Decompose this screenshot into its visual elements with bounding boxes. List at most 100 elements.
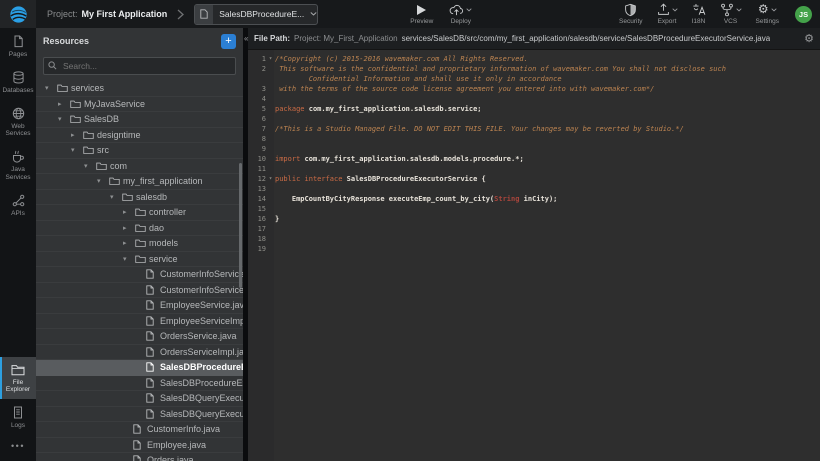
chevron-right-icon[interactable]: ▸ <box>71 131 83 139</box>
i18n-button[interactable]: I18N <box>692 3 706 25</box>
export-button[interactable]: Export <box>657 3 678 25</box>
wavemaker-logo-icon[interactable] <box>0 0 36 28</box>
deploy-button[interactable]: Deploy <box>449 3 472 25</box>
tree-item[interactable]: ▾services <box>36 81 243 97</box>
code-line[interactable]: 8 <box>248 134 820 144</box>
code-line[interactable]: 19 <box>248 244 820 254</box>
chevron-right-icon[interactable]: ▸ <box>123 239 135 247</box>
sidebar-item-pages[interactable]: Pages <box>0 28 36 64</box>
chevron-down-icon[interactable]: ▾ <box>84 162 96 170</box>
line-number: 19 <box>248 244 266 254</box>
open-file-dropdown[interactable]: SalesDBProcedureE... <box>194 4 318 25</box>
fold-spacer <box>266 214 275 224</box>
sidebar-item-java-services[interactable]: Java Services <box>0 143 36 187</box>
sidebar-item-databases[interactable]: Databases <box>0 64 36 100</box>
tree-item[interactable]: OrdersServiceImpl.java <box>36 345 243 361</box>
tree-item[interactable]: SalesDBQueryExecutorService.java <box>36 391 243 407</box>
tree-item[interactable]: ▾my_first_application <box>36 174 243 190</box>
tree-item[interactable]: ▸models <box>36 236 243 252</box>
sidebar-item-web-services[interactable]: Web Services <box>0 100 36 144</box>
user-avatar[interactable]: JS <box>795 6 812 23</box>
code-line[interactable]: 2 This software is the confidential and … <box>248 64 820 74</box>
code-text[interactable]: Confidential Information and shall use i… <box>275 74 562 84</box>
code-line[interactable]: 14 EmpCountByCityResponse executeEmp_cou… <box>248 194 820 204</box>
tree-item[interactable]: ▸controller <box>36 205 243 221</box>
sidebar-item-file-explorer[interactable]: File Explorer <box>0 357 36 400</box>
sidebar-item-logs[interactable]: Logs <box>0 399 36 435</box>
tree-item[interactable]: SalesDBProcedureExecutorServiceImpl.java <box>36 376 243 392</box>
chevron-right-icon[interactable]: ▸ <box>123 208 135 216</box>
code-text[interactable]: import com.my_first_application.salesdb.… <box>275 154 524 164</box>
code-line[interactable]: 13 <box>248 184 820 194</box>
code-line[interactable]: 5package com.my_first_application.salesd… <box>248 104 820 114</box>
code-line[interactable]: 4 <box>248 94 820 104</box>
code-line[interactable]: 6 <box>248 114 820 124</box>
code-text[interactable]: } <box>275 214 279 224</box>
tree-item[interactable]: SalesDBQueryExecutorServiceImpl.java <box>36 407 243 423</box>
fold-toggle-icon[interactable]: ▾ <box>266 54 275 64</box>
tree-item[interactable]: ▾src <box>36 143 243 159</box>
code-text[interactable]: public interface SalesDBProcedureExecuto… <box>275 174 486 184</box>
security-button[interactable]: Security <box>619 3 642 25</box>
tree-item[interactable]: ▾SalesDB <box>36 112 243 128</box>
tree-item[interactable]: EmployeeServiceImpl.java <box>36 314 243 330</box>
tree-item-label: SalesDBProcedureExecutorService.java <box>160 362 243 372</box>
code-line[interactable]: 12▾public interface SalesDBProcedureExec… <box>248 174 820 184</box>
preview-button[interactable]: Preview <box>410 3 433 25</box>
code-line[interactable]: 18 <box>248 234 820 244</box>
tree-item[interactable]: ▾salesdb <box>36 190 243 206</box>
code-text[interactable]: /*Copyright (c) 2015-2016 wavemaker.com … <box>275 54 528 64</box>
sidebar-item-apis[interactable]: APIs <box>0 187 36 223</box>
tree-item[interactable]: CustomerInfoService.java <box>36 267 243 283</box>
panel-splitter[interactable] <box>243 28 248 461</box>
tree-item[interactable]: ▾com <box>36 159 243 175</box>
tree-item[interactable]: EmployeeService.java <box>36 298 243 314</box>
tree-item[interactable]: ▸designtime <box>36 128 243 144</box>
tree-item[interactable]: ▾ service <box>36 252 243 268</box>
tree-item[interactable]: ▸MyJavaService <box>36 97 243 113</box>
collapse-panel-button[interactable]: « <box>244 33 248 45</box>
code-line[interactable]: 9 <box>248 144 820 154</box>
chevron-down-icon[interactable]: ▾ <box>110 193 122 201</box>
tree-item[interactable]: CustomerInfoServiceImpl.java <box>36 283 243 299</box>
code-line[interactable]: Confidential Information and shall use i… <box>248 74 820 84</box>
chevron-down-icon[interactable]: ▾ <box>71 146 83 154</box>
tree-item[interactable]: SalesDBProcedureExecutorService.java <box>36 360 243 376</box>
code-line[interactable]: 3 with the terms of the source code lice… <box>248 84 820 94</box>
code-editor[interactable]: 1▾/*Copyright (c) 2015-2016 wavemaker.co… <box>248 50 820 461</box>
code-text[interactable]: with the terms of the source code licens… <box>275 84 654 94</box>
code-line[interactable]: 1▾/*Copyright (c) 2015-2016 wavemaker.co… <box>248 54 820 64</box>
code-text[interactable]: /*This is a Studio Managed File. DO NOT … <box>275 124 684 134</box>
fold-toggle-icon[interactable]: ▾ <box>266 174 275 184</box>
add-resource-button[interactable]: + <box>221 34 236 49</box>
code-area[interactable]: 1▾/*Copyright (c) 2015-2016 wavemaker.co… <box>248 54 820 254</box>
tree-item[interactable]: OrdersService.java <box>36 329 243 345</box>
fold-spacer <box>266 104 275 114</box>
code-line[interactable]: 10import com.my_first_application.salesd… <box>248 154 820 164</box>
code-line[interactable]: 15 <box>248 204 820 214</box>
chevron-down-icon[interactable]: ▾ <box>45 84 57 92</box>
chevron-down-icon[interactable]: ▾ <box>58 115 70 123</box>
tree-scrollbar[interactable] <box>239 163 242 288</box>
chevron-down-icon[interactable]: ▾ <box>123 255 135 263</box>
code-text[interactable]: This software is the confidential and pr… <box>275 64 726 74</box>
code-text[interactable]: package com.my_first_application.salesdb… <box>275 104 482 114</box>
code-text[interactable]: EmpCountByCityResponse executeEmp_count_… <box>275 194 557 204</box>
chevron-right-icon[interactable]: ▸ <box>58 100 70 108</box>
tree-item[interactable]: Employee.java <box>36 438 243 454</box>
tree-item[interactable]: Orders.java <box>36 453 243 461</box>
vcs-button[interactable]: VCS <box>720 3 742 25</box>
tree-item-label: service <box>149 254 178 264</box>
editor-settings-gear-icon[interactable]: ⚙ <box>804 32 814 45</box>
settings-button[interactable]: ⚙ Settings <box>756 3 780 25</box>
tree-item[interactable]: CustomerInfo.java <box>36 422 243 438</box>
code-line[interactable]: 11 <box>248 164 820 174</box>
chevron-down-icon[interactable]: ▾ <box>97 177 109 185</box>
code-line[interactable]: 17 <box>248 224 820 234</box>
chevron-right-icon[interactable]: ▸ <box>123 224 135 232</box>
rail-more-button[interactable]: ••• <box>11 435 25 461</box>
code-line[interactable]: 7/*This is a Studio Managed File. DO NOT… <box>248 124 820 134</box>
search-input[interactable] <box>43 57 236 75</box>
code-line[interactable]: 16} <box>248 214 820 224</box>
tree-item[interactable]: ▸dao <box>36 221 243 237</box>
